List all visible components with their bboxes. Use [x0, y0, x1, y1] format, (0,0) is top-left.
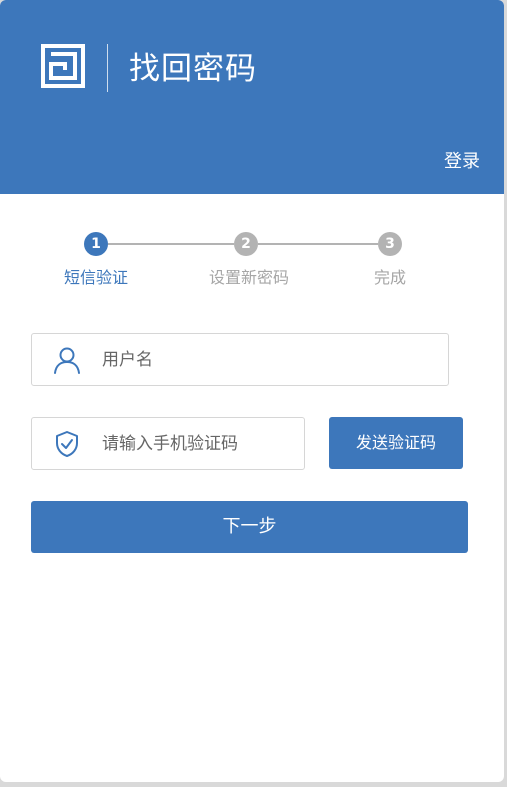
username-field [31, 333, 449, 386]
username-input[interactable] [102, 334, 438, 385]
step-connector-2 [258, 243, 378, 245]
step-3-circle: 3 [378, 232, 402, 256]
sms-code-input[interactable] [102, 418, 294, 469]
step-3-label: 完成 [373, 268, 407, 287]
sms-code-field [31, 417, 305, 470]
page-title: 找回密码 [129, 51, 257, 87]
progress-steps: 1 2 3 短信验证 设置新密码 完成 [0, 230, 504, 300]
next-step-button[interactable]: 下一步 [31, 501, 468, 553]
header-divider [107, 44, 108, 92]
logo-icon [41, 44, 85, 88]
shield-check-icon [56, 430, 78, 457]
step-1-label: 短信验证 [63, 268, 129, 287]
step-2-label: 设置新密码 [208, 268, 290, 287]
header: 找回密码 登录 [0, 0, 504, 194]
step-1-circle: 1 [84, 232, 108, 256]
step-connector-1 [108, 243, 234, 245]
step-2-circle: 2 [234, 232, 258, 256]
user-icon [54, 347, 80, 374]
find-password-card: 找回密码 登录 1 2 3 短信验证 设置新密码 完成 发送验证码 下一步 [0, 0, 504, 782]
send-code-button[interactable]: 发送验证码 [329, 417, 463, 469]
login-link[interactable]: 登录 [444, 149, 480, 175]
